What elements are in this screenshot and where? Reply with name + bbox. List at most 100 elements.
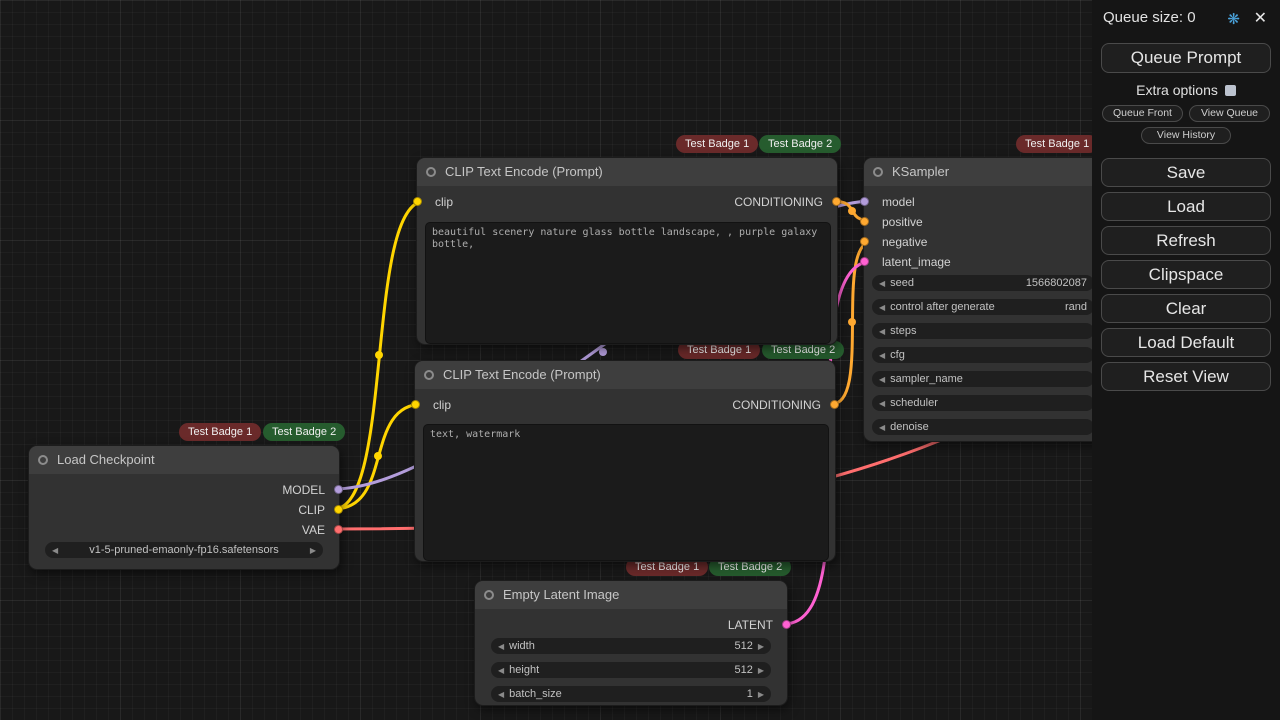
widget-label: sampler_name [890,373,1082,385]
refresh-button[interactable]: Refresh [1101,226,1271,255]
prev-arrow-icon[interactable]: ◀ [879,399,885,408]
prev-arrow-icon[interactable]: ◀ [879,423,885,432]
test-badge-1: Test Badge 1 [179,423,261,441]
save-button[interactable]: Save [1101,158,1271,187]
collapse-dot[interactable] [426,167,436,177]
model-output-label: MODEL [282,480,325,500]
widget-value: rand [1065,301,1087,313]
test-badge-1: Test Badge 1 [1016,135,1098,153]
latent-image-input-slot[interactable] [860,257,869,266]
slot-row: clip CONDITIONING [417,192,837,212]
output-row: VAE [29,520,339,540]
prev-arrow-icon[interactable]: ◀ [879,327,885,336]
conditioning-output-slot[interactable] [830,400,839,409]
widget-value: 512 [734,640,752,652]
conditioning-output-slot[interactable] [832,197,841,206]
cfg-widget[interactable]: ◀ cfg [872,347,1094,363]
latent-output-label: LATENT [728,615,773,635]
vae-output-slot[interactable] [334,525,343,534]
clip-input-slot[interactable] [411,400,420,409]
reset-view-button[interactable]: Reset View [1101,362,1271,391]
settings-gear-icon[interactable]: ❋ [1227,10,1240,28]
slot-row: negative [864,232,1102,252]
clipspace-button[interactable]: Clipspace [1101,260,1271,289]
widget-label: scheduler [890,397,1082,409]
widget-value: 1566802087 [1026,277,1087,289]
model-output-slot[interactable] [334,485,343,494]
model-input-label: model [882,192,915,212]
load-button[interactable]: Load [1101,192,1271,221]
node-title-bar[interactable]: Empty Latent Image [475,581,787,609]
model-input-slot[interactable] [860,197,869,206]
node-title-bar[interactable]: Load Checkpoint [29,446,339,474]
width-widget[interactable]: ◀ width 512 ▶ [491,638,771,654]
extra-options-checkbox[interactable] [1225,85,1236,96]
node-empty-latent-image[interactable]: Empty Latent Image LATENT ◀ width 512 ▶ … [474,580,788,706]
node-title: CLIP Text Encode (Prompt) [443,367,601,382]
height-widget[interactable]: ◀ height 512 ▶ [491,662,771,678]
node-ksampler[interactable]: KSampler model positive negative latent_… [863,157,1103,442]
output-row: LATENT [475,615,787,635]
ckpt-name-widget[interactable]: ◀ v1-5-pruned-emaonly-fp16.safetensors ▶ [45,542,323,558]
next-arrow-icon[interactable]: ▶ [758,642,764,651]
prev-arrow-icon[interactable]: ◀ [879,375,885,384]
batch-size-widget[interactable]: ◀ batch_size 1 ▶ [491,686,771,702]
node-clip-text-encode-negative[interactable]: CLIP Text Encode (Prompt) clip CONDITION… [414,360,836,562]
seed-widget[interactable]: ◀ seed 1566802087 [872,275,1094,291]
negative-input-slot[interactable] [860,237,869,246]
clip-input-slot[interactable] [413,197,422,206]
ckpt-name-value: v1-5-pruned-emaonly-fp16.safetensors [63,544,305,556]
prev-arrow-icon[interactable]: ◀ [498,666,504,675]
node-clip-text-encode-positive[interactable]: CLIP Text Encode (Prompt) clip CONDITION… [416,157,838,345]
next-arrow-icon[interactable]: ▶ [758,666,764,675]
widget-label: cfg [890,349,1082,361]
node-title: Empty Latent Image [503,587,619,602]
collapse-dot[interactable] [873,167,883,177]
widget-label: height [509,664,729,676]
load-default-button[interactable]: Load Default [1101,328,1271,357]
prompt-text-area[interactable]: beautiful scenery nature glass bottle la… [425,222,831,344]
node-title-bar[interactable]: KSampler [864,158,1102,186]
queue-front-button[interactable]: Queue Front [1102,105,1183,122]
queue-prompt-button[interactable]: Queue Prompt [1101,43,1271,73]
collapse-dot[interactable] [38,455,48,465]
clip-output-slot[interactable] [334,505,343,514]
prev-arrow-icon[interactable]: ◀ [498,642,504,651]
queue-buttons-row: Queue Front View Queue [1102,105,1270,122]
latent-output-slot[interactable] [782,620,791,629]
widget-value: 512 [734,664,752,676]
control-after-generate-widget[interactable]: ◀ control after generate rand [872,299,1094,315]
next-arrow-icon[interactable]: ▶ [758,690,764,699]
collapse-dot[interactable] [484,590,494,600]
next-arrow-icon[interactable]: ▶ [310,546,316,555]
test-badge-2: Test Badge 2 [263,423,345,441]
clear-button[interactable]: Clear [1101,294,1271,323]
node-title-bar[interactable]: CLIP Text Encode (Prompt) [417,158,837,186]
sampler-name-widget[interactable]: ◀ sampler_name [872,371,1094,387]
positive-input-slot[interactable] [860,217,869,226]
prev-arrow-icon[interactable]: ◀ [879,279,885,288]
prompt-text-area[interactable]: text, watermark [423,424,829,561]
prev-arrow-icon[interactable]: ◀ [52,546,58,555]
vae-output-label: VAE [302,520,325,540]
node-load-checkpoint[interactable]: Load Checkpoint MODEL CLIP VAE ◀ v1-5-pr… [28,445,340,570]
prev-arrow-icon[interactable]: ◀ [879,351,885,360]
prev-arrow-icon[interactable]: ◀ [879,303,885,312]
widget-label: seed [890,277,1021,289]
slot-row: model [864,192,1102,212]
collapse-dot[interactable] [424,370,434,380]
view-queue-button[interactable]: View Queue [1189,105,1270,122]
test-badge-2: Test Badge 2 [759,135,841,153]
denoise-widget[interactable]: ◀ denoise [872,419,1094,435]
menu-header: Queue size: 0 ❋ ✕ [1092,0,1280,39]
widget-label: denoise [890,421,1082,433]
view-history-button[interactable]: View History [1141,127,1231,144]
comfy-menu-panel: Queue size: 0 ❋ ✕ Queue Prompt Extra opt… [1092,0,1280,720]
conditioning-output-label: CONDITIONING [732,395,821,415]
conditioning-output-label: CONDITIONING [734,192,823,212]
steps-widget[interactable]: ◀ steps [872,323,1094,339]
close-icon[interactable]: ✕ [1254,8,1267,28]
prev-arrow-icon[interactable]: ◀ [498,690,504,699]
node-title-bar[interactable]: CLIP Text Encode (Prompt) [415,361,835,389]
scheduler-widget[interactable]: ◀ scheduler [872,395,1094,411]
